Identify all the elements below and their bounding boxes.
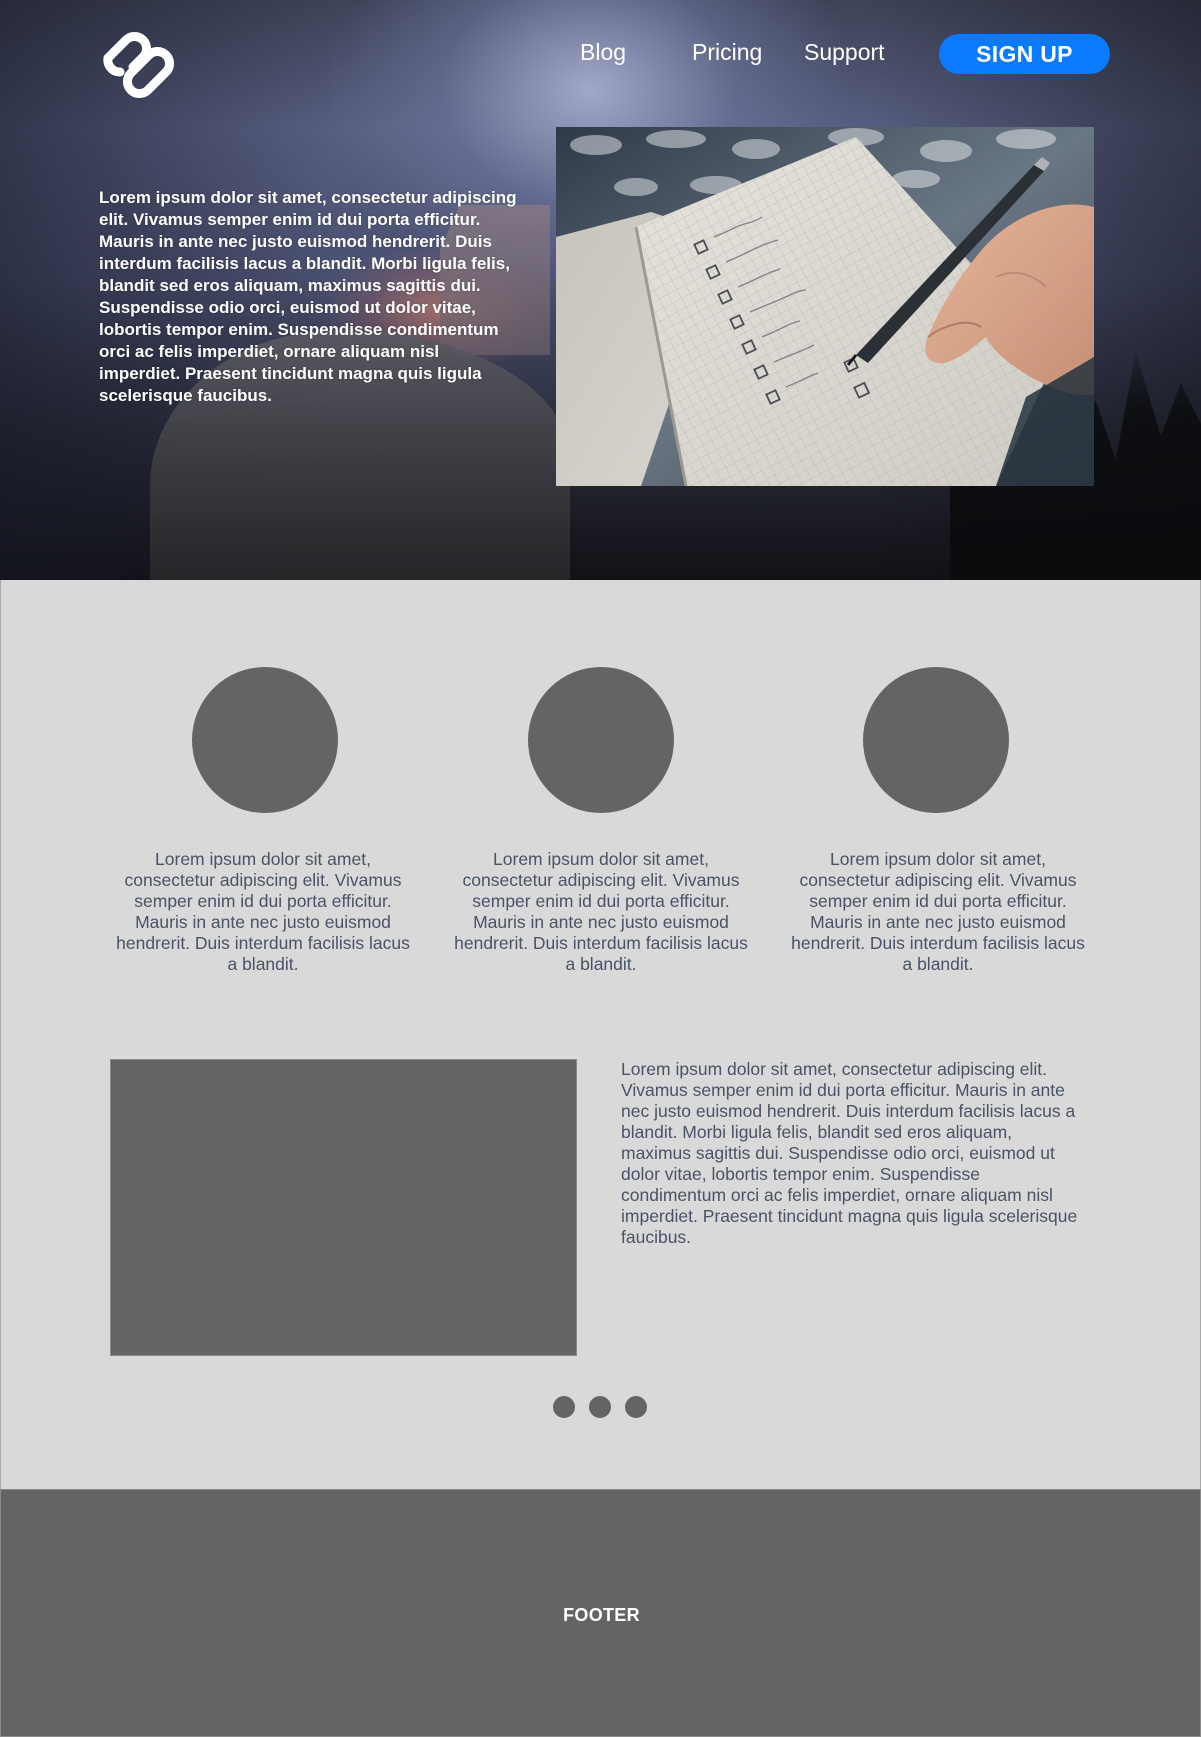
pagination-dot[interactable] — [625, 1396, 647, 1418]
footer: FOOTER — [0, 1489, 1201, 1737]
nav-pricing-link[interactable]: Pricing — [692, 38, 762, 66]
sign-up-button[interactable]: SIGN UP — [939, 34, 1110, 74]
pagination-dot[interactable] — [589, 1396, 611, 1418]
feature-description: Lorem ipsum dolor sit amet, consectetur … — [116, 849, 410, 974]
feature-description: Lorem ipsum dolor sit amet, consectetur … — [454, 849, 748, 974]
feature-description: Lorem ipsum dolor sit amet, consectetur … — [791, 849, 1085, 974]
footer-label: FOOTER — [563, 1605, 640, 1625]
media-description: Lorem ipsum dolor sit amet, consectetur … — [621, 1059, 1078, 1247]
notebook-checklist-photo — [556, 127, 1094, 486]
nav-support-link[interactable]: Support — [804, 38, 885, 66]
media-placeholder — [110, 1059, 577, 1356]
nav-blog-link[interactable]: Blog — [580, 38, 626, 66]
pagination-dot[interactable] — [553, 1396, 575, 1418]
hero-description: Lorem ipsum dolor sit amet, consectetur … — [99, 188, 517, 405]
feature-image-placeholder — [192, 667, 338, 813]
feature-image-placeholder — [863, 667, 1009, 813]
link-chain-logo-icon[interactable] — [98, 28, 176, 102]
feature-image-placeholder — [528, 667, 674, 813]
carousel-pagination — [553, 1396, 647, 1418]
hero-section: Blog Pricing Support SIGN UP Lorem ipsum… — [0, 0, 1201, 580]
